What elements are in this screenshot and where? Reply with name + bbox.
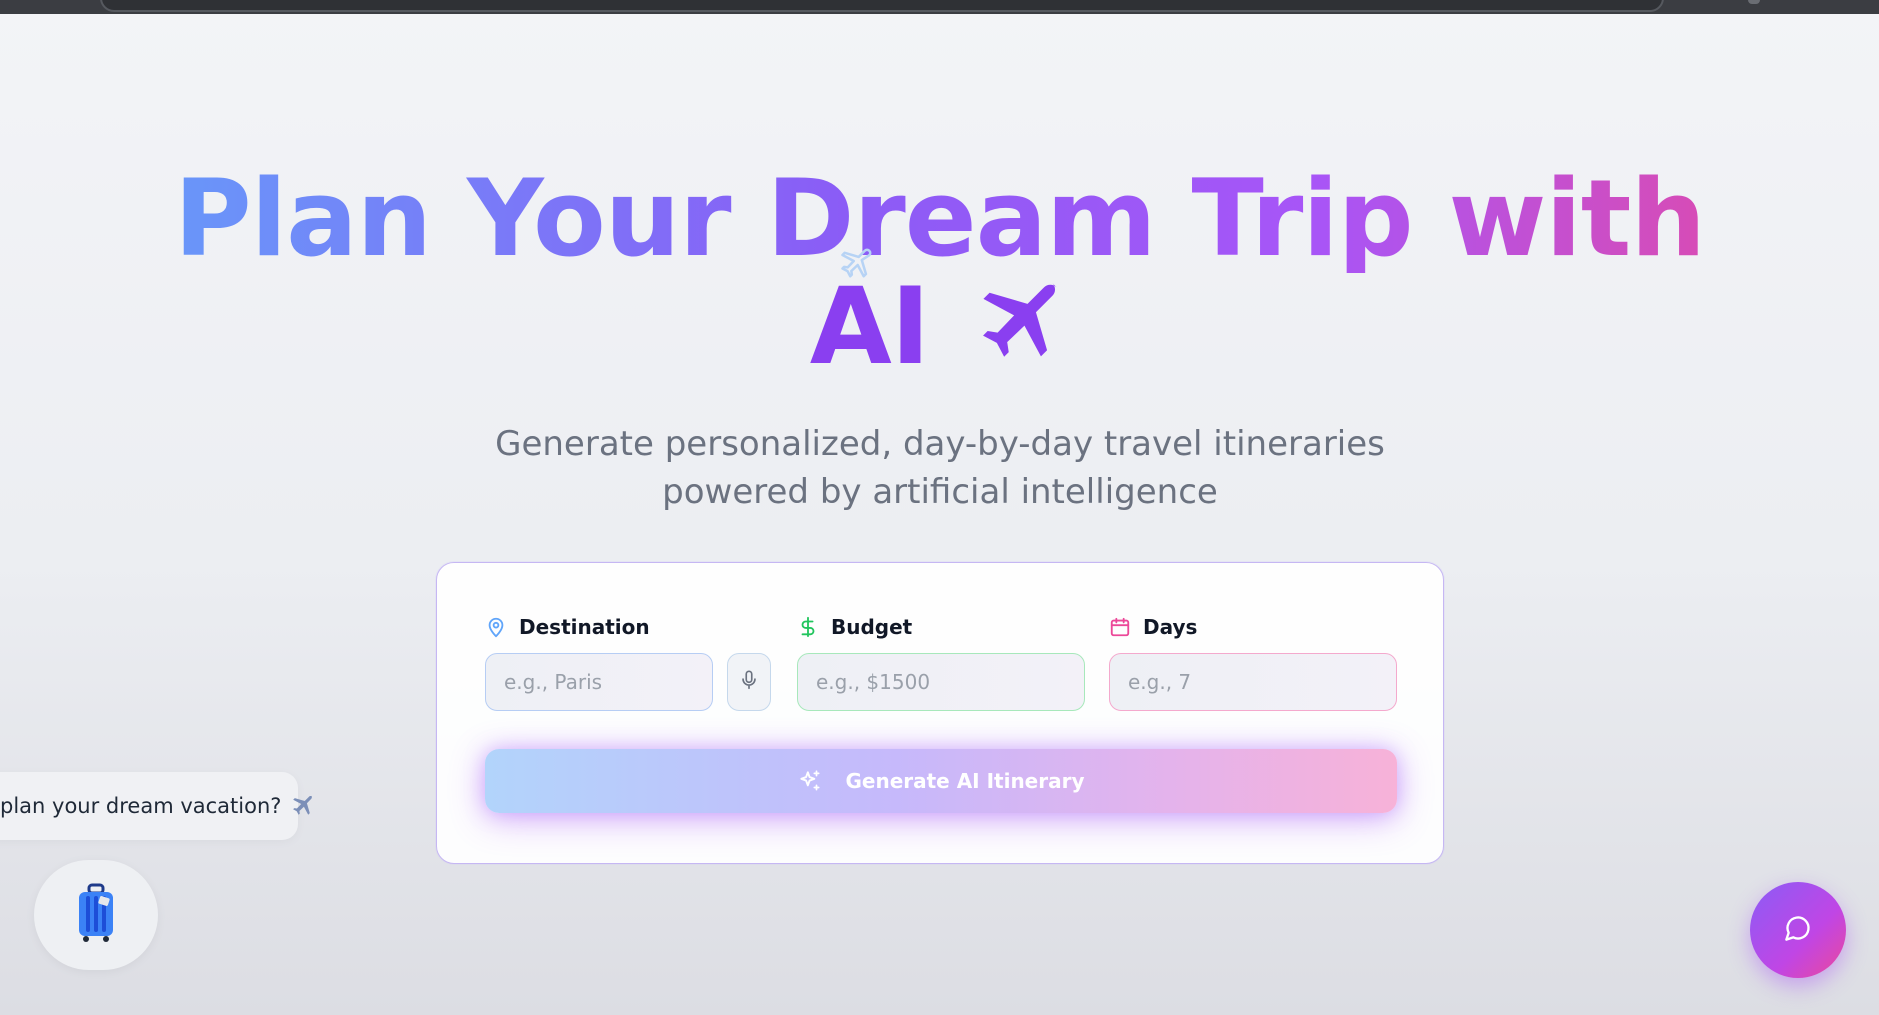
hero-title-line1: Plan Your Dream Trip with (0, 165, 1879, 273)
days-label-text: Days (1143, 615, 1198, 639)
luggage-assistant-button[interactable] (34, 860, 158, 970)
hero-subtitle: Generate personalized, day-by-day travel… (495, 424, 1385, 512)
generate-itinerary-label: Generate AI Itinerary (845, 769, 1085, 793)
microphone-icon (738, 669, 760, 695)
calendar-icon (1109, 616, 1131, 638)
open-chat-button[interactable] (1750, 882, 1846, 978)
browser-address-bar[interactable] (100, 0, 1664, 12)
luggage-icon (74, 883, 118, 947)
hero-title: Plan Your Dream Trip with AI (0, 165, 1879, 387)
browser-top-bar (0, 0, 1879, 14)
budget-label-text: Budget (831, 615, 913, 639)
destination-label-text: Destination (519, 615, 650, 639)
assistant-message-bubble: plan your dream vacation? (0, 772, 313, 840)
hero-title-line2: AI (0, 273, 1879, 387)
faint-plane-icon (836, 246, 874, 288)
destination-input[interactable] (485, 653, 713, 711)
destination-label: Destination (485, 615, 650, 639)
message-circle-icon (1784, 914, 1812, 946)
days-label: Days (1109, 615, 1197, 639)
days-input[interactable] (1109, 653, 1397, 711)
airplane-icon (291, 794, 315, 818)
dollar-icon (797, 616, 819, 638)
voice-input-button[interactable] (727, 653, 771, 711)
itinerary-form-card: Destination Budget Days Generate AI Itin… (436, 562, 1444, 864)
airplane-icon (973, 277, 1069, 387)
map-pin-icon (485, 616, 507, 638)
budget-input[interactable] (797, 653, 1085, 711)
sparkles-icon (797, 768, 823, 794)
generate-itinerary-button[interactable]: Generate AI Itinerary (485, 749, 1397, 813)
budget-label: Budget (797, 615, 912, 639)
assistant-message-text: plan your dream vacation? (0, 794, 282, 818)
browser-extension-icon[interactable] (1748, 0, 1760, 4)
